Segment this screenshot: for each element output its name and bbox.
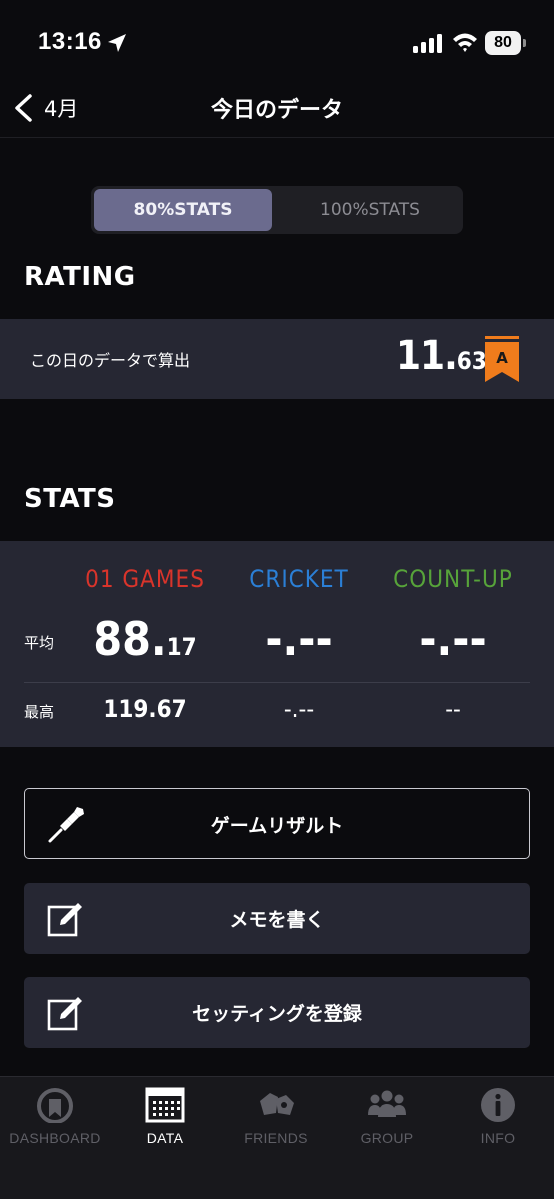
rating-class-badge-letter: A <box>496 349 508 367</box>
tab-friends-label: FRIENDS <box>244 1130 308 1146</box>
average-cricket: -.-- <box>265 612 333 666</box>
segment-100-stats[interactable]: 100%STATS <box>281 189 459 231</box>
average-01-games-decimal: 17 <box>166 633 197 661</box>
rating-description: この日のデータで算出 <box>30 351 191 370</box>
tab-dashboard[interactable]: DASHBOARD <box>0 1077 110 1157</box>
tab-data-label: DATA <box>146 1130 184 1146</box>
stats-divider <box>24 682 530 683</box>
location-arrow-icon <box>108 34 126 52</box>
tab-bar: DASHBOARD DATA FRIENDS GROUP INFO <box>0 1076 554 1199</box>
column-cricket: CRICKET <box>249 565 349 593</box>
tab-dashboard-label: DASHBOARD <box>9 1130 101 1146</box>
navigation-bar: 4月 今日のデータ <box>0 80 554 138</box>
average-count-up: -.-- <box>419 612 487 666</box>
rating-value-integer: 11. <box>396 333 458 379</box>
row-label-average: 平均 <box>24 634 55 652</box>
calendar-icon <box>145 1087 185 1123</box>
battery-level: 80 <box>485 31 521 55</box>
battery-indicator: 80 <box>485 31 527 55</box>
tab-info-label: INFO <box>480 1130 516 1146</box>
battery-tip <box>523 39 526 47</box>
max-cricket: -.-- <box>283 695 315 723</box>
friends-icon <box>260 1093 294 1115</box>
cellular-signal-icon <box>413 34 442 53</box>
game-result-button[interactable]: ゲームリザルト <box>24 788 530 859</box>
group-icon <box>368 1090 406 1117</box>
rating-section-title: RATING <box>24 262 136 292</box>
column-count-up: COUNT-UP <box>393 565 513 593</box>
tab-friends[interactable]: FRIENDS <box>221 1077 331 1157</box>
max-count-up: -- <box>445 695 461 723</box>
tab-data[interactable]: DATA <box>110 1077 220 1157</box>
page-title: 今日のデータ <box>210 98 343 123</box>
dashboard-icon <box>37 1088 73 1123</box>
game-result-label: ゲームリザルト <box>210 815 344 837</box>
average-01-games: 88.17 <box>60 612 230 666</box>
info-icon <box>481 1088 515 1122</box>
rating-panel: この日のデータで算出 11.63 <box>0 319 554 399</box>
row-label-max: 最高 <box>24 703 55 721</box>
register-setting-button[interactable]: セッティングを登録 <box>24 977 530 1048</box>
column-01-games: 01 GAMES <box>85 565 205 593</box>
wifi-icon <box>453 33 477 52</box>
write-memo-button[interactable]: メモを書く <box>24 883 530 954</box>
tab-group[interactable]: GROUP <box>332 1077 442 1157</box>
average-01-games-integer: 88. <box>93 612 167 666</box>
write-memo-label: メモを書く <box>229 909 325 931</box>
max-01-games: 119.67 <box>103 695 187 723</box>
rating-value: 11.63 <box>396 333 487 383</box>
segment-80-stats[interactable]: 80%STATS <box>94 189 272 231</box>
status-time: 13:16 <box>38 28 102 55</box>
tab-info[interactable]: INFO <box>443 1077 553 1157</box>
rating-class-badge-icon: A <box>485 336 519 382</box>
stats-section-title: STATS <box>24 484 116 514</box>
status-bar: 13:16 80 <box>0 0 554 88</box>
register-setting-label: セッティングを登録 <box>192 1003 362 1025</box>
rating-value-decimal: 63 <box>456 347 487 375</box>
tab-group-label: GROUP <box>360 1130 414 1146</box>
stats-segmented-control: 80%STATS 100%STATS <box>91 186 463 234</box>
